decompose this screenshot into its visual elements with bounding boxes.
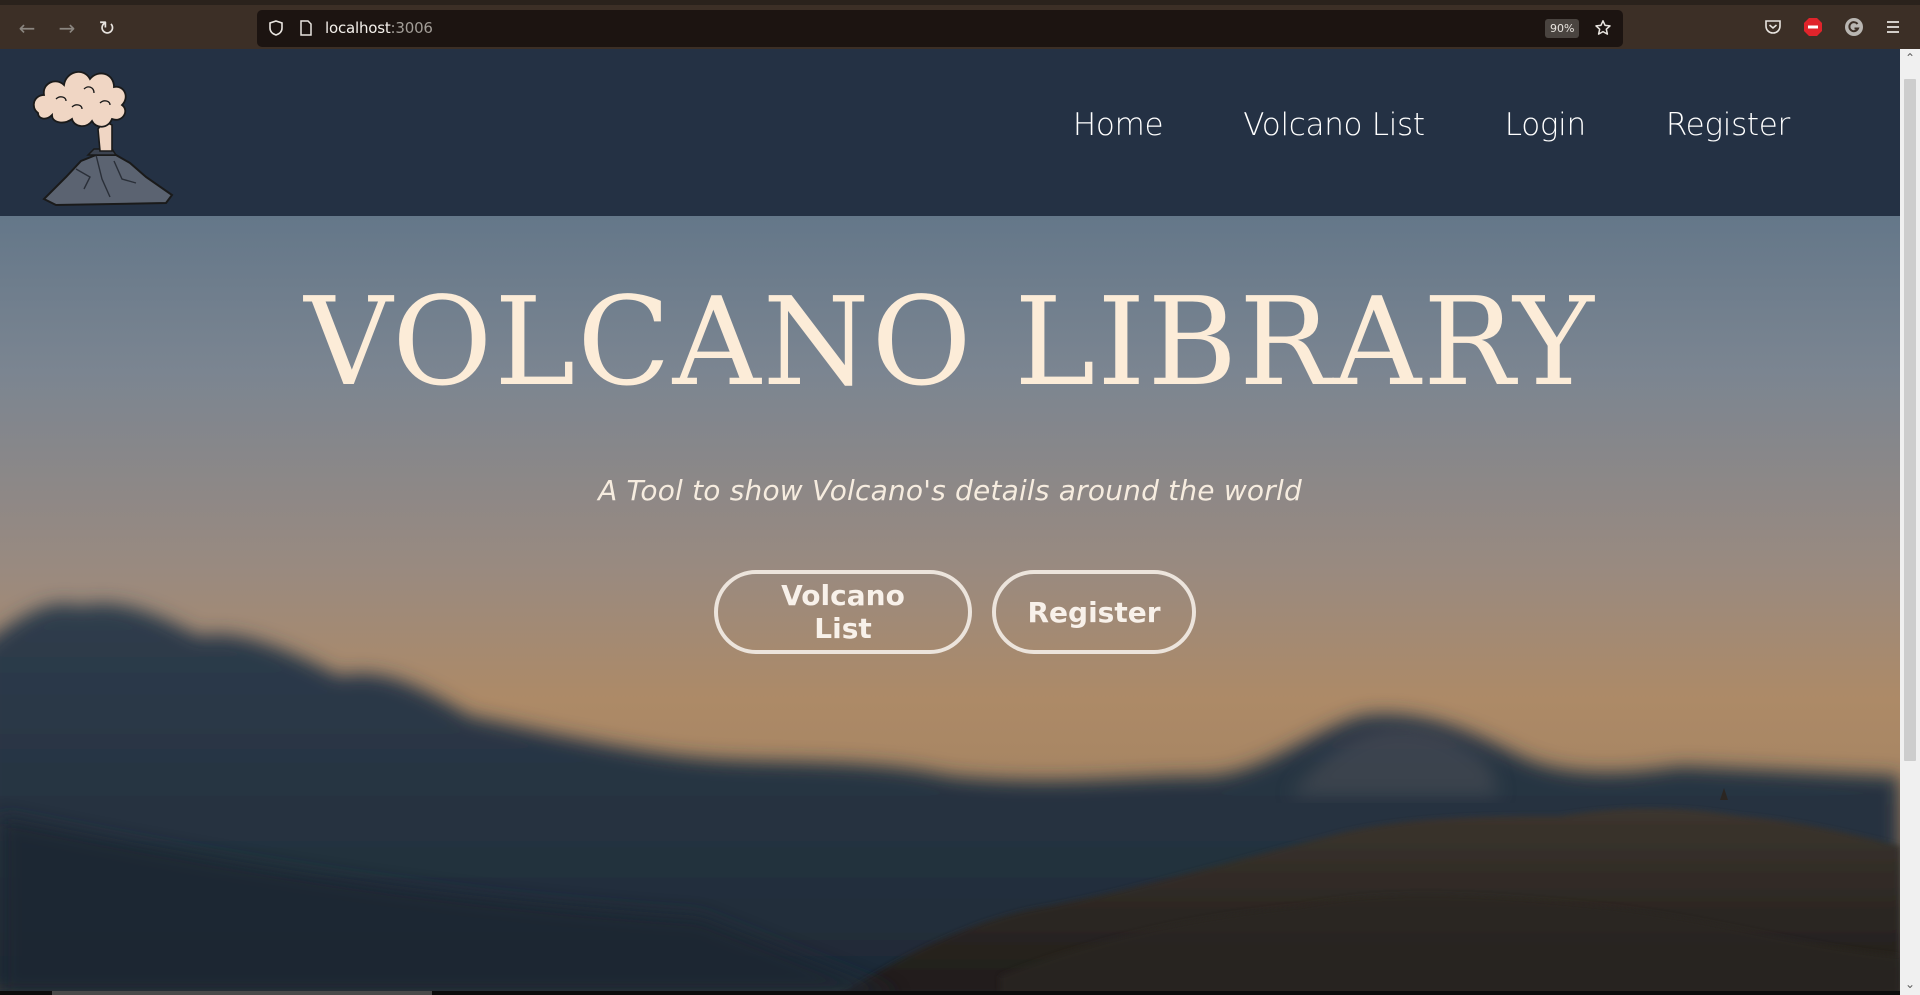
grammarly-icon[interactable]	[1843, 16, 1865, 38]
page-icon[interactable]	[297, 19, 315, 37]
horizontal-scrollbar[interactable]	[0, 991, 1900, 995]
site-header: Home Volcano List Login Register	[0, 49, 1900, 216]
hamburger-menu-icon[interactable]	[1882, 16, 1904, 38]
arrow-left-icon: ←	[18, 16, 36, 40]
url-host: localhost	[325, 19, 391, 37]
reload-icon: ↻	[98, 16, 116, 40]
nav-login-link[interactable]: Login	[1505, 107, 1586, 143]
nav-volcano-list-link[interactable]: Volcano List	[1243, 107, 1425, 143]
adblock-icon[interactable]	[1802, 16, 1824, 38]
horizontal-scroll-thumb[interactable]	[52, 991, 432, 995]
volcano-list-button[interactable]: Volcano List	[714, 570, 972, 654]
hero-subtitle: A Tool to show Volcano's details around …	[598, 474, 1302, 507]
browser-toolbar: ← → ↻ localhost:3006 90%	[0, 0, 1920, 49]
forward-button[interactable]: →	[52, 13, 82, 43]
nav-home-link[interactable]: Home	[1073, 107, 1164, 143]
vertical-scrollbar[interactable]: ⌃ ⌄	[1900, 49, 1920, 995]
scroll-thumb[interactable]	[1904, 79, 1916, 761]
back-button[interactable]: ←	[12, 13, 42, 43]
shield-icon[interactable]	[267, 19, 285, 37]
reload-button[interactable]: ↻	[92, 13, 122, 43]
hero-cta-row: Volcano List Register	[0, 570, 1900, 654]
register-button[interactable]: Register	[992, 570, 1196, 654]
scroll-up-icon[interactable]: ⌃	[1903, 51, 1917, 65]
bookmark-star-icon[interactable]	[1594, 19, 1612, 37]
main-nav: Home Volcano List Login Register	[993, 107, 1790, 143]
hero-section: VOLCANO LIBRARY A Tool to show Volcano's…	[0, 216, 1900, 995]
nav-register-link[interactable]: Register	[1666, 107, 1790, 143]
address-bar[interactable]: localhost:3006 90%	[257, 10, 1623, 47]
page-viewport: Home Volcano List Login Register VOLCANO…	[0, 49, 1900, 995]
url-text[interactable]: localhost:3006	[325, 19, 433, 37]
pocket-icon[interactable]	[1762, 16, 1784, 38]
zoom-badge[interactable]: 90%	[1545, 19, 1580, 38]
arrow-right-icon: →	[58, 16, 76, 40]
url-port: :3006	[390, 19, 433, 37]
scroll-down-icon[interactable]: ⌄	[1903, 977, 1917, 991]
volcano-logo-icon[interactable]	[26, 59, 182, 209]
hero-title: VOLCANO LIBRARY	[304, 271, 1596, 413]
